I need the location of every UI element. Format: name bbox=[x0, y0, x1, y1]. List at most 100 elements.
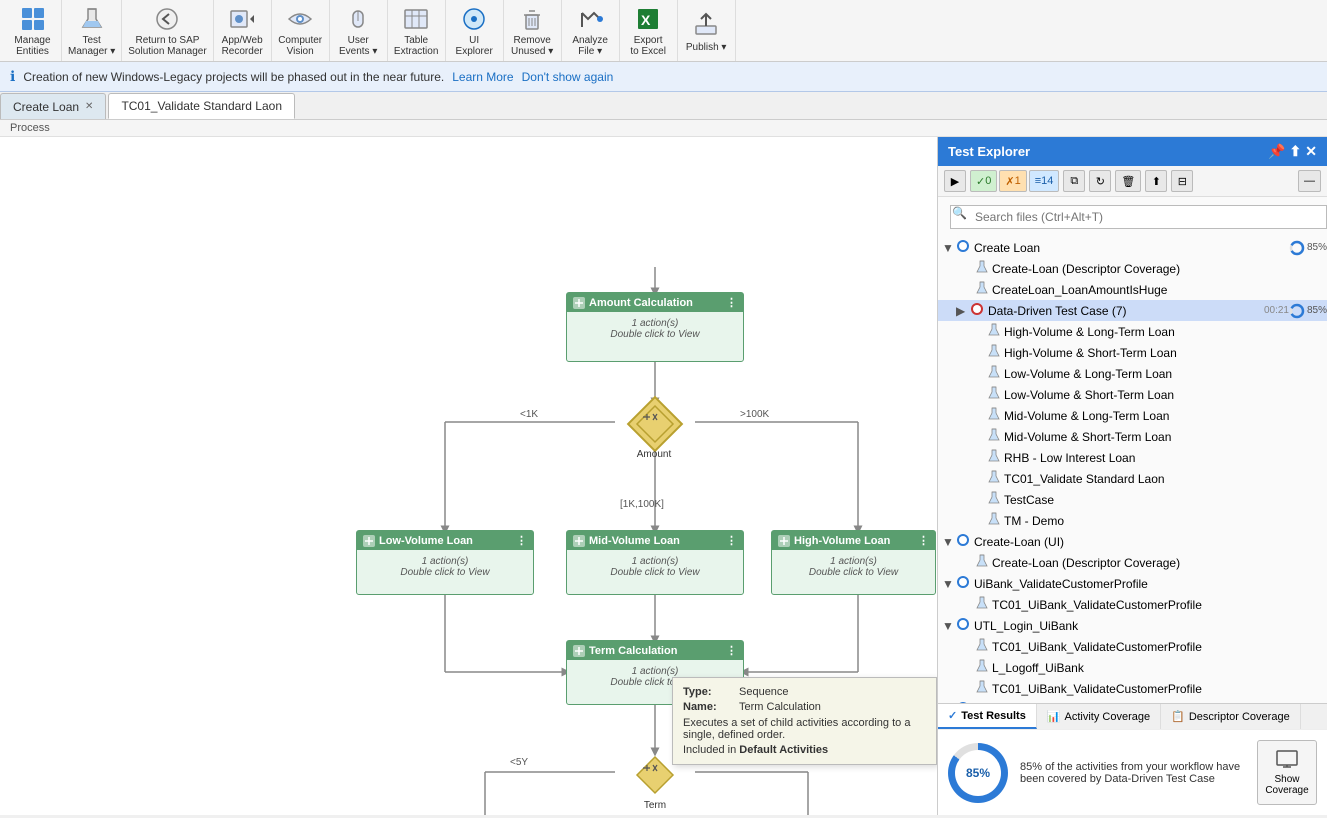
coverage-pct: 85% bbox=[955, 750, 1001, 796]
te-collapse-btn[interactable]: — bbox=[1298, 170, 1321, 192]
tree-testcase[interactable]: ▶ TestCase bbox=[938, 489, 1327, 510]
tree-low-vol-short[interactable]: ▶ Low-Volume & Short-Term Loan bbox=[938, 384, 1327, 405]
create-loan-ui-icon bbox=[956, 533, 970, 550]
tree-mid-vol-short[interactable]: ▶ Mid-Volume & Short-Term Loan bbox=[938, 426, 1327, 447]
uibank-validate-arrow[interactable]: ▼ bbox=[942, 577, 956, 591]
tree-create-loan[interactable]: ▼ Create Loan 85% bbox=[938, 237, 1327, 258]
high-vol-node[interactable]: High-Volume Loan ⋮ 1 action(s)Double cli… bbox=[771, 530, 936, 595]
tree-tm-demo[interactable]: ▶ TM - Demo bbox=[938, 510, 1327, 531]
tree-rhb-low[interactable]: ▶ RHB - Low Interest Loan bbox=[938, 447, 1327, 468]
term-calc-menu[interactable]: ⋮ bbox=[726, 644, 737, 657]
amount-diamond[interactable] bbox=[627, 396, 684, 453]
low-vol-long-label: Low-Volume & Long-Term Loan bbox=[1004, 367, 1327, 381]
tree-tc01-uibank2[interactable]: ▶ TC01_UiBank_ValidateCustomerProfile bbox=[938, 636, 1327, 657]
flask-icon-13 bbox=[976, 554, 988, 571]
te-delete-btn[interactable]: 🗑 bbox=[1115, 170, 1141, 192]
toolbar-computer-vision[interactable]: ComputerVision bbox=[272, 0, 330, 61]
infobar-dismiss[interactable]: Don't show again bbox=[522, 70, 614, 84]
amount-diamond-container bbox=[635, 404, 675, 444]
low-vol-node[interactable]: Low-Volume Loan ⋮ 1 action(s)Double clic… bbox=[356, 530, 534, 595]
rhb-low-label: RHB - Low Interest Loan bbox=[1004, 451, 1327, 465]
te-fail-btn[interactable]: ✗ 1 bbox=[999, 170, 1026, 192]
toolbar-ui-explorer[interactable]: UIExplorer bbox=[446, 0, 504, 61]
tabbar: Create Loan ✕ TC01_Validate Standard Lao… bbox=[0, 92, 1327, 120]
logoff-label: L_Logoff_UiBank bbox=[992, 661, 1327, 675]
flask-icon-15 bbox=[976, 638, 988, 655]
te-close-icon[interactable]: ✕ bbox=[1305, 143, 1317, 160]
te-total-btn[interactable]: ≡ 14 bbox=[1029, 170, 1060, 192]
tree-tc01-uibank[interactable]: ▶ TC01_UiBank_ValidateCustomerProfile bbox=[938, 594, 1327, 615]
tab-create-loan[interactable]: Create Loan ✕ bbox=[0, 93, 106, 119]
tree-logoff[interactable]: ▶ L_Logoff_UiBank bbox=[938, 657, 1327, 678]
mid-vol-node[interactable]: Mid-Volume Loan ⋮ 1 action(s)Double clic… bbox=[566, 530, 744, 595]
tab-descriptor-coverage[interactable]: 📋 Descriptor Coverage bbox=[1161, 704, 1301, 729]
te-search-input[interactable] bbox=[950, 205, 1327, 229]
high-vol-menu[interactable]: ⋮ bbox=[918, 534, 929, 547]
main-layout: <1K >100K [1K,100K] <5Y >5Y Amount Calcu… bbox=[0, 137, 1327, 815]
tab-tc01-label: TC01_Validate Standard Laon bbox=[121, 99, 282, 113]
toolbar-publish[interactable]: Publish ▾ bbox=[678, 0, 736, 61]
te-export-btn[interactable]: ⬆ bbox=[1145, 170, 1167, 192]
table-extraction-label: TableExtraction bbox=[394, 35, 438, 57]
tree-create-loan-ui-desc[interactable]: ▶ Create-Loan (Descriptor Coverage) bbox=[938, 552, 1327, 573]
tooltip-included: Included in Default Activities bbox=[683, 744, 926, 756]
te-run-btn[interactable]: ▶ bbox=[944, 170, 966, 192]
tab-create-loan-label: Create Loan bbox=[13, 100, 79, 114]
mid-vol-menu[interactable]: ⋮ bbox=[726, 534, 737, 547]
coverage-circle: 85% bbox=[948, 743, 1008, 803]
data-driven-arrow[interactable]: ▶ bbox=[956, 304, 970, 318]
te-pin-icon[interactable]: 📌 bbox=[1268, 143, 1285, 160]
amount-calc-node[interactable]: Amount Calculation ⋮ 1 action(s)Double c… bbox=[566, 292, 744, 362]
toolbar-export-excel[interactable]: X Exportto Excel bbox=[620, 0, 678, 61]
toolbar-app-web-recorder[interactable]: App/WebRecorder bbox=[214, 0, 272, 61]
te-fail-count: 1 bbox=[1015, 175, 1021, 187]
tree-low-vol-long[interactable]: ▶ Low-Volume & Long-Term Loan bbox=[938, 363, 1327, 384]
te-expand-icon[interactable]: ⬆ bbox=[1290, 143, 1302, 160]
tree-create-loan-desc[interactable]: ▶ Create-Loan (Descriptor Coverage) bbox=[938, 258, 1327, 279]
toolbar-user-events[interactable]: UserEvents ▾ bbox=[330, 0, 388, 61]
show-coverage-button[interactable]: Show Coverage bbox=[1257, 740, 1317, 805]
tree-high-vol-long[interactable]: ▶ High-Volume & Long-Term Loan bbox=[938, 321, 1327, 342]
tab-tc01[interactable]: TC01_Validate Standard Laon bbox=[108, 93, 295, 119]
toolbar-manage-entities[interactable]: Manage Entities bbox=[4, 0, 62, 61]
tree-uibank-validate[interactable]: ▼ UiBank_ValidateCustomerProfile bbox=[938, 573, 1327, 594]
tree-high-vol-short[interactable]: ▶ High-Volume & Short-Term Loan bbox=[938, 342, 1327, 363]
tab-activity-coverage[interactable]: 📊 Activity Coverage bbox=[1037, 704, 1161, 729]
tree-create-loan-amount[interactable]: ▶ CreateLoan_LoanAmountIsHuge bbox=[938, 279, 1327, 300]
tree-data-driven[interactable]: ▶ Data-Driven Test Case (7) 00:21 85% bbox=[938, 300, 1327, 321]
te-refresh-btn[interactable]: ↻ bbox=[1089, 170, 1111, 192]
app-web-recorder-label: App/WebRecorder bbox=[222, 35, 263, 57]
progress-ring-data-driven bbox=[1289, 303, 1305, 319]
workflow-canvas[interactable]: <1K >100K [1K,100K] <5Y >5Y Amount Calcu… bbox=[0, 137, 937, 815]
flask-icon-3 bbox=[988, 323, 1000, 340]
toolbar-return-sap[interactable]: Return to SAPSolution Manager bbox=[122, 0, 213, 61]
tree-mid-vol-long[interactable]: ▶ Mid-Volume & Long-Term Loan bbox=[938, 405, 1327, 426]
create-loan-ui-arrow[interactable]: ▼ bbox=[942, 535, 956, 549]
toolbar-remove-unused[interactable]: RemoveUnused ▾ bbox=[504, 0, 562, 61]
te-copy-btn[interactable]: ⧉ bbox=[1063, 170, 1085, 192]
term-calc-tooltip: Type: Sequence Name: Term Calculation Ex… bbox=[672, 677, 937, 765]
tab-create-loan-close[interactable]: ✕ bbox=[85, 101, 93, 112]
te-filter-btn[interactable]: ⊟ bbox=[1171, 170, 1193, 192]
toolbar-table-extraction[interactable]: TableExtraction bbox=[388, 0, 446, 61]
flask-icon-5 bbox=[988, 365, 1000, 382]
table-icon bbox=[400, 4, 432, 33]
tree-tc01-validate[interactable]: ▶ TC01_Validate Standard Laon bbox=[938, 468, 1327, 489]
high-vol-long-label: High-Volume & Long-Term Loan bbox=[1004, 325, 1327, 339]
infobar-learn-more[interactable]: Learn More bbox=[452, 70, 513, 84]
utl-login-arrow[interactable]: ▼ bbox=[942, 619, 956, 633]
data-driven-pct: 85% bbox=[1307, 305, 1327, 316]
te-pass-btn[interactable]: ✓ 0 bbox=[970, 170, 997, 192]
tree-create-loan-ui[interactable]: ▼ Create-Loan (UI) bbox=[938, 531, 1327, 552]
amount-calc-menu[interactable]: ⋮ bbox=[726, 296, 737, 309]
te-total-count: 14 bbox=[1041, 175, 1053, 187]
create-loan-arrow[interactable]: ▼ bbox=[942, 241, 956, 255]
tab-test-results[interactable]: ✓ Test Results bbox=[938, 704, 1037, 729]
toolbar-test-manager[interactable]: TestManager ▾ bbox=[62, 0, 122, 61]
toolbar-analyze-file[interactable]: AnalyzeFile ▾ bbox=[562, 0, 620, 61]
tree-tc01-uibank3[interactable]: ▶ TC01_UiBank_ValidateCustomerProfile bbox=[938, 678, 1327, 699]
low-vol-menu[interactable]: ⋮ bbox=[516, 534, 527, 547]
tree-utl-login[interactable]: ▼ UTL_Login_UiBank bbox=[938, 615, 1327, 636]
mid-vol-header: Mid-Volume Loan ⋮ bbox=[567, 531, 743, 550]
high-vol-short-label: High-Volume & Short-Term Loan bbox=[1004, 346, 1327, 360]
